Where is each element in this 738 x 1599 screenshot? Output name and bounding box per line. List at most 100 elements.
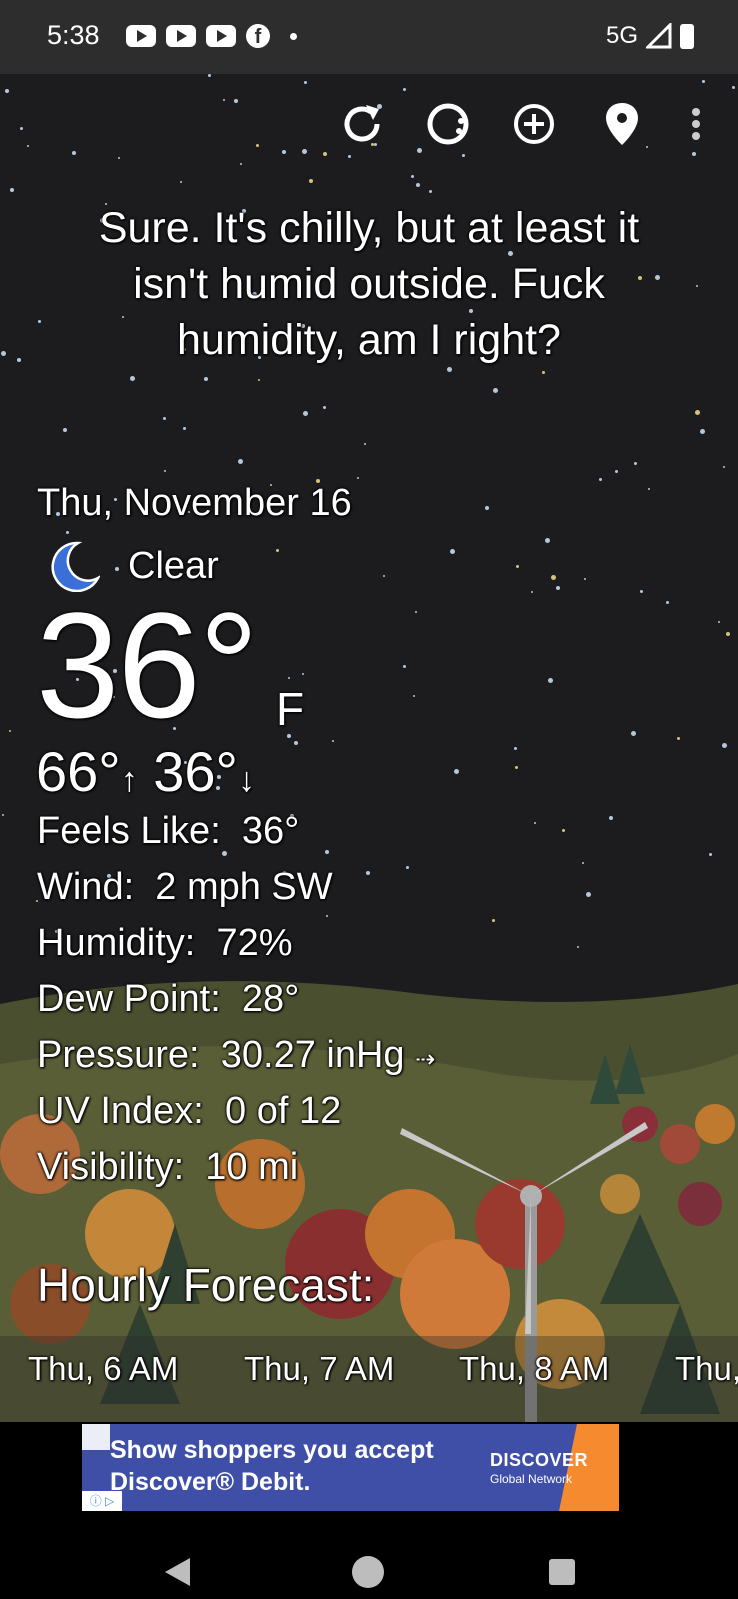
recents-icon <box>549 1559 575 1585</box>
ad-choices-icon[interactable] <box>82 1424 110 1450</box>
star <box>415 611 417 613</box>
star <box>631 731 636 736</box>
star <box>294 741 298 745</box>
star <box>531 591 533 593</box>
refresh-icon <box>344 105 380 142</box>
youtube-icon <box>126 25 156 47</box>
star <box>309 179 313 183</box>
star <box>545 538 550 543</box>
location-pin-icon <box>606 103 638 145</box>
star <box>332 740 334 742</box>
dot-icon <box>290 32 297 40</box>
star <box>180 181 182 183</box>
refresh-button[interactable] <box>336 98 388 150</box>
star <box>17 358 21 362</box>
back-icon <box>165 1558 190 1586</box>
star <box>304 81 307 84</box>
star <box>258 379 260 381</box>
star <box>493 388 498 393</box>
star <box>450 549 455 554</box>
ad-brand: DISCOVER <box>490 1450 589 1470</box>
star <box>238 459 243 464</box>
ad-brand-sub: Global Network <box>490 1472 573 1486</box>
star <box>551 575 556 580</box>
star <box>695 410 700 415</box>
location-button[interactable] <box>596 98 648 150</box>
home-icon <box>352 1556 384 1588</box>
star <box>348 155 351 158</box>
star <box>648 488 650 490</box>
star <box>562 829 565 832</box>
detail-wind: Wind: 2 mph SW <box>37 866 333 908</box>
weather-quip: Sure. It's chilly, but at least it isn't… <box>98 204 640 364</box>
hour-item[interactable]: Thu, 8 AM <box>459 1350 609 1388</box>
star <box>208 74 211 77</box>
star <box>718 621 720 623</box>
hour-item[interactable]: Thu, <box>675 1350 738 1388</box>
star <box>326 915 328 917</box>
star <box>5 89 9 93</box>
hourly-forecast-strip[interactable]: Thu, 6 AM Thu, 7 AM Thu, 8 AM Thu, <box>0 1336 738 1422</box>
star <box>323 406 326 409</box>
recents-button[interactable] <box>542 1552 582 1592</box>
star <box>577 946 579 948</box>
star <box>38 320 41 323</box>
star <box>640 590 643 593</box>
ad-info-icon[interactable]: ⓘ ▷ <box>82 1491 122 1511</box>
star <box>692 152 696 156</box>
star <box>696 285 698 287</box>
detail-humidity: Humidity: 72% <box>37 922 293 964</box>
star <box>282 150 286 154</box>
star <box>63 428 67 432</box>
star <box>709 853 712 856</box>
star <box>732 86 735 89</box>
star <box>515 766 518 769</box>
star <box>514 747 517 750</box>
ad-banner[interactable]: Show shoppers you accept Discover® Debit… <box>82 1424 619 1511</box>
current-date: Thu, November 16 <box>37 482 352 524</box>
hour-item[interactable]: Thu, 7 AM <box>244 1350 394 1388</box>
star <box>163 417 166 420</box>
star <box>406 866 409 869</box>
star <box>383 575 385 577</box>
star <box>702 80 705 83</box>
star <box>429 190 432 193</box>
back-button[interactable] <box>158 1552 198 1592</box>
up-arrow-icon: ↑ <box>120 761 138 799</box>
star <box>302 673 304 675</box>
high-temp: 66° <box>36 740 121 803</box>
home-button[interactable] <box>348 1552 388 1592</box>
star <box>413 695 415 697</box>
status-right: 5G <box>606 22 694 50</box>
pressure-trend-icon: ⇢ <box>415 1046 436 1073</box>
star <box>164 470 166 472</box>
temperature-unit: F <box>276 683 305 735</box>
star <box>666 601 669 604</box>
star <box>556 586 560 590</box>
theme-button[interactable] <box>422 98 474 150</box>
low-temp: 36° <box>153 740 238 803</box>
star <box>240 163 242 165</box>
detail-uv-index: UV Index: 0 of 12 <box>37 1090 342 1132</box>
star <box>723 466 725 468</box>
star <box>403 665 406 668</box>
current-temperature: 36° <box>36 581 259 749</box>
hour-item[interactable]: Thu, 6 AM <box>28 1350 178 1388</box>
battery-icon <box>680 23 694 49</box>
star <box>118 157 120 159</box>
add-location-button[interactable] <box>508 98 560 150</box>
more-options-button[interactable] <box>674 98 718 150</box>
star <box>9 730 11 732</box>
star <box>726 632 730 636</box>
star <box>516 565 519 568</box>
star <box>462 154 465 157</box>
star <box>542 371 545 374</box>
add-location-icon <box>514 104 554 144</box>
star <box>609 816 613 820</box>
star <box>10 188 14 192</box>
facebook-icon: f <box>246 24 270 48</box>
detail-pressure: Pressure: 30.27 inHg ⇢ <box>37 1034 436 1076</box>
star <box>2 814 4 816</box>
star <box>634 462 637 465</box>
star <box>276 549 279 552</box>
